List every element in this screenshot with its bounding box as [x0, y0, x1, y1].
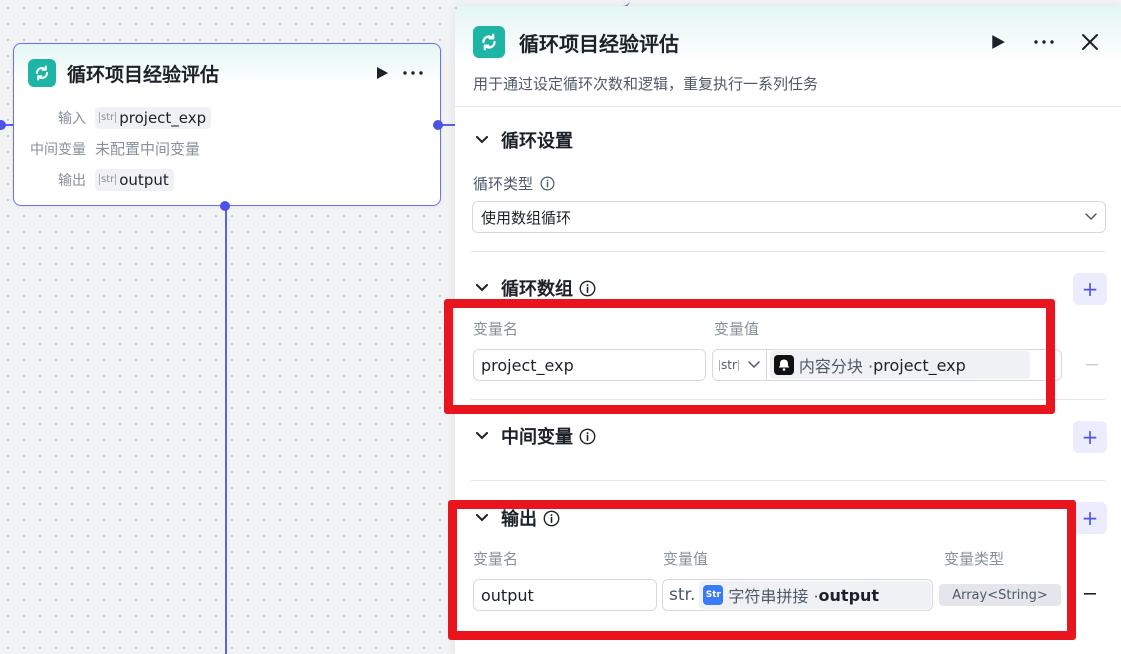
input-var-chip: str project_exp [95, 106, 212, 129]
output-var-name: output [119, 170, 169, 189]
section-title: 输出 [501, 509, 537, 530]
output-port[interactable] [433, 120, 443, 130]
section-output[interactable]: 输出 [473, 505, 560, 531]
str-type-icon: str. [669, 585, 696, 605]
play-icon[interactable] [985, 29, 1011, 55]
remove-row-icon[interactable] [1082, 355, 1102, 375]
node-title: 循环项目经验评估 [67, 63, 220, 86]
loop-type-label-wrap: 循环类型 [473, 173, 556, 194]
col-var-value: 变量值 [663, 550, 709, 568]
section-title: 循环数组 [501, 279, 573, 300]
type-select[interactable]: str [713, 350, 767, 380]
chevron-down-icon[interactable] [473, 131, 491, 149]
play-icon[interactable] [372, 63, 392, 83]
more-icon[interactable] [400, 63, 426, 83]
col-var-name: 变量名 [473, 550, 519, 568]
content-chunk-icon [773, 355, 794, 375]
connection-line [225, 206, 227, 654]
input-label: 输入 [58, 110, 86, 127]
divider [471, 251, 1105, 252]
var-type-badge: Array<String> [939, 584, 1061, 606]
col-var-name: 变量名 [473, 320, 519, 338]
section-intermediate[interactable]: 中间变量 [473, 423, 596, 449]
input-var-name: project_exp [119, 108, 207, 127]
loop-node-card[interactable]: 循环项目经验评估 输入 str project_exp 中间变量 未配置中间变量… [13, 43, 441, 206]
loop-icon [473, 26, 505, 58]
panel-title: 循环项目经验评估 [519, 31, 679, 56]
panel-description: 用于通过设定循环次数和逻辑，重复执行一系列任务 [473, 75, 819, 93]
reference-source: 字符串拼接 · [728, 587, 819, 606]
panel-header: 循环项目经验评估 用于通过设定循环次数和逻辑，重复执行一系列任务 [455, 6, 1121, 107]
remove-row-icon[interactable] [1080, 584, 1100, 604]
col-var-type: 变量类型 [944, 550, 1005, 568]
output-value-field[interactable]: str. Str 字符串拼接 · output [662, 579, 933, 611]
info-icon[interactable] [578, 279, 596, 297]
output-var-chip: str output [95, 168, 174, 191]
chevron-down-icon[interactable] [473, 427, 491, 445]
node-intermediate-row: 中间变量 未配置中间变量 [14, 133, 440, 164]
section-title: 循环设置 [501, 131, 573, 152]
add-intermediate-button[interactable]: + [1073, 421, 1107, 453]
info-icon[interactable] [538, 175, 556, 193]
add-loop-array-button[interactable]: + [1073, 273, 1107, 305]
section-loop-array[interactable]: 循环数组 [473, 275, 596, 301]
node-output-row: 输出 str output [14, 164, 440, 195]
loop-type-value: 使用数组循环 [481, 208, 572, 227]
intermediate-empty-text: 未配置中间变量 [95, 140, 201, 158]
chevron-down-icon [1085, 213, 1097, 221]
loop-type-select[interactable]: 使用数组循环 [472, 201, 1106, 233]
reference-var: output [818, 585, 880, 605]
loop-array-name-input[interactable]: project_exp [473, 349, 706, 381]
loop-icon [28, 59, 56, 87]
section-title: 中间变量 [501, 427, 573, 448]
reference-var: project_exp [873, 355, 966, 375]
reference-source: 内容分块 · [798, 357, 874, 376]
output-label: 输出 [58, 172, 86, 189]
add-output-button[interactable]: + [1073, 502, 1107, 534]
str-type-icon: str [99, 112, 117, 123]
intermediate-label: 中间变量 [30, 141, 86, 158]
divider [471, 399, 1105, 400]
str-type-icon: str [719, 357, 739, 372]
input-port[interactable] [0, 120, 6, 130]
reference-chip[interactable]: 内容分块 · project_exp [769, 351, 1030, 379]
reference-chip[interactable]: Str 字符串拼接 · output [699, 581, 932, 609]
chevron-down-icon[interactable] [473, 279, 491, 297]
close-icon[interactable] [1077, 29, 1103, 55]
info-icon[interactable] [542, 509, 560, 527]
output-name-input[interactable]: output [473, 579, 657, 611]
section-loop-settings[interactable]: 循环设置 [473, 127, 573, 153]
connection-stub-right [441, 124, 455, 126]
str-type-icon: str [99, 174, 117, 185]
chevron-down-icon[interactable] [473, 509, 491, 527]
loop-body-port[interactable] [220, 201, 230, 211]
loop-array-value-field[interactable]: str 内容分块 · project_exp [712, 349, 1062, 381]
more-icon[interactable] [1031, 29, 1057, 55]
divider [471, 480, 1105, 481]
string-concat-icon: Str [703, 585, 724, 605]
loop-type-label: 循环类型 [473, 175, 534, 193]
col-var-value: 变量值 [714, 320, 760, 338]
chevron-down-icon [748, 361, 760, 369]
node-input-row: 输入 str project_exp [14, 102, 440, 133]
node-settings-panel: 循环项目经验评估 用于通过设定循环次数和逻辑，重复执行一系列任务 循环设置 循环… [455, 6, 1121, 654]
info-icon[interactable] [578, 427, 596, 445]
